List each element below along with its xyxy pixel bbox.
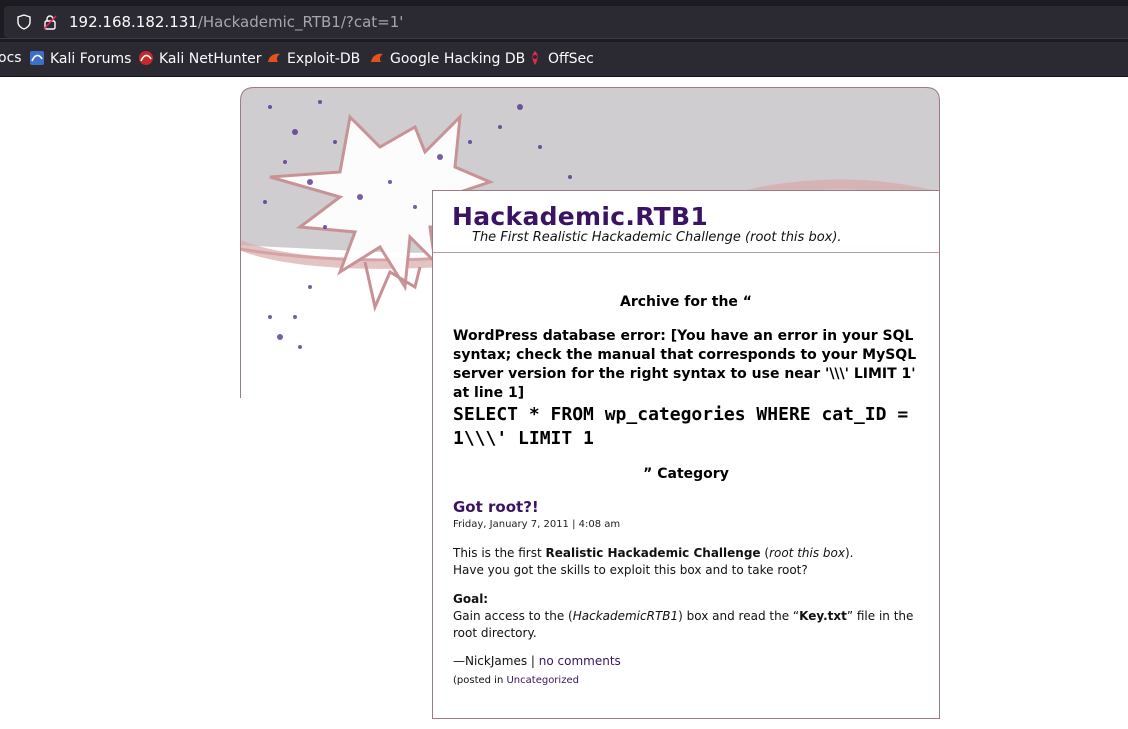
intro-line-2: Have you got the skills to exploit this … [453, 563, 808, 577]
insecure-lock-icon[interactable] [42, 14, 58, 30]
goal-text: ) box and read the “ [678, 609, 800, 623]
bookmark-google-hacking-db[interactable]: Google Hacking DB [369, 50, 525, 67]
bookmark-label: Google Hacking DB [390, 51, 526, 67]
browser-toolbar: 192.168.182.131/Hackademic_RTB1/?cat=1' [0, 0, 1128, 42]
offsec-icon [532, 51, 538, 65]
sql-query-text: SELECT * FROM wp_categories WHERE cat_ID… [453, 404, 909, 449]
kali-nethunter-icon [139, 51, 153, 65]
bookmark-label: Kali NetHunter [159, 51, 262, 67]
posted-in-line: (posted in Uncategorized [453, 672, 923, 689]
url-text[interactable]: 192.168.182.131/Hackademic_RTB1/?cat=1' [69, 13, 403, 31]
intro-text: ). [844, 546, 854, 560]
url-field[interactable]: 192.168.182.131/Hackademic_RTB1/?cat=1' [4, 6, 1128, 38]
post-meta-line: —NickJames | no comments [453, 653, 923, 670]
goal-text: Gain access to the ( [453, 609, 573, 623]
comments-link[interactable]: no comments [539, 654, 621, 668]
goal-filename: Key.txt [799, 609, 847, 623]
bookmark-label: Exploit-DB [287, 51, 361, 67]
bookmark-kali-nethunter[interactable]: Kali NetHunter [138, 50, 261, 67]
exploit-db-icon [268, 53, 280, 62]
bookmark-docs[interactable]: ocs [0, 50, 22, 66]
url-bar[interactable]: 192.168.182.131/Hackademic_RTB1/?cat=1' [0, 6, 1128, 39]
post-author: —NickJames | [453, 654, 539, 668]
goal-italic: HackademicRTB1 [572, 609, 679, 623]
google-hacking-db-icon [371, 53, 383, 62]
post-intro-paragraph: This is the first Realistic Hackademic C… [453, 545, 923, 579]
category-link[interactable]: Uncategorized [506, 675, 578, 686]
bookmark-label: OffSec [548, 51, 594, 67]
bookmark-label: Kali Forums [50, 51, 132, 67]
intro-italic: root this box [769, 546, 845, 560]
bookmark-exploit-db[interactable]: Exploit-DB [266, 50, 360, 67]
bookmark-label: ocs [0, 50, 22, 66]
url-path: /Hackademic_RTB1/?cat=1' [197, 13, 404, 31]
shield-icon[interactable] [16, 14, 32, 30]
bookmarks-toolbar: ocs Kali Forums Kali NetHunter Exploit-D… [0, 42, 1128, 77]
database-error-message: WordPress database error: [You have an e… [453, 328, 917, 401]
post-date: Friday, January 7, 2011 | 4:08 am [453, 519, 621, 530]
kali-forums-icon [30, 51, 44, 65]
bookmark-kali-forums[interactable]: Kali Forums [29, 50, 131, 67]
goal-label: Goal: [453, 592, 489, 606]
archive-category-suffix: ” Category [643, 466, 729, 482]
archive-heading: Archive for the “ [619, 294, 752, 310]
posted-in-label: (posted in [453, 675, 507, 686]
title-divider [433, 252, 939, 253]
intro-text: This is the first [453, 546, 546, 560]
url-host: 192.168.182.131 [69, 13, 198, 31]
post-title-link[interactable]: Got root?! [453, 498, 539, 516]
post-goal-paragraph: Goal: Gain access to the (HackademicRTB1… [453, 591, 923, 642]
intro-emphasis: Realistic Hackademic Challenge [545, 546, 761, 560]
bookmark-offsec[interactable]: OffSec [527, 50, 594, 67]
site-tagline: The First Realistic Hackademic Challenge… [472, 230, 842, 245]
site-title-link[interactable]: Hackademic.RTB1 [452, 202, 708, 231]
intro-text: ( [760, 546, 770, 560]
